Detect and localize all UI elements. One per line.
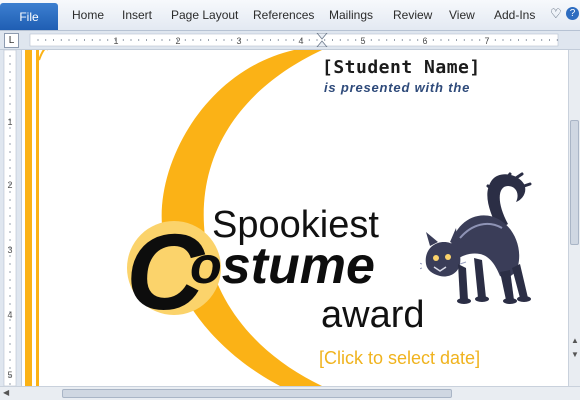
help-icon[interactable]: ? (566, 7, 579, 20)
presented-text: is presented with the (324, 80, 471, 95)
black-cat-icon (420, 172, 532, 304)
award-heading: award (321, 294, 425, 336)
student-name-field[interactable]: [Student Name] (322, 57, 481, 78)
horizontal-scrollbar[interactable]: ◀ (0, 386, 580, 400)
horizontal-ruler[interactable]: 1 2 3 4 5 6 7 (24, 33, 572, 47)
tab-insert[interactable]: Insert (122, 8, 152, 22)
chevron-down-icon[interactable]: ♡ (550, 6, 562, 22)
tab-mailings[interactable]: Mailings (329, 8, 373, 22)
tab-review[interactable]: Review (393, 8, 432, 22)
document-page[interactable]: [Student Name] is presented with the Spo… (22, 50, 568, 386)
tab-view[interactable]: View (449, 8, 475, 22)
ruler-label: 1 (7, 117, 12, 127)
date-picker-field[interactable]: [Click to select date] (319, 348, 480, 369)
scroll-down-arrow-icon[interactable]: ▲ (571, 336, 579, 345)
border-stripe (36, 50, 39, 386)
ruler-label: 6 (422, 36, 427, 46)
ribbon-tab-bar: File Home Insert Page Layout References … (0, 0, 580, 31)
tab-add-ins[interactable]: Add-Ins (494, 8, 535, 22)
ruler-label: 5 (7, 370, 12, 380)
ruler-label: 3 (236, 36, 241, 46)
file-tab[interactable]: File (0, 3, 58, 30)
vertical-scrollbar[interactable]: ▲ ▼ (568, 50, 580, 386)
ruler-label: 1 (113, 36, 118, 46)
ruler-label: 7 (484, 36, 489, 46)
scroll-thumb[interactable] (570, 120, 579, 245)
tab-references[interactable]: References (253, 8, 314, 22)
ruler-label: 3 (7, 245, 12, 255)
tab-home[interactable]: Home (72, 8, 104, 22)
tab-page-layout[interactable]: Page Layout (171, 8, 238, 22)
ruler-label: 5 (360, 36, 365, 46)
scroll-down-arrow-icon[interactable]: ▼ (571, 350, 579, 359)
ruler-label: 2 (7, 180, 12, 190)
vertical-ruler[interactable]: 1 2 3 4 5 (0, 50, 22, 386)
ruler-label: 4 (7, 310, 12, 320)
ruler-label: 2 (175, 36, 180, 46)
costume-heading: ostume (190, 237, 375, 295)
scroll-thumb[interactable] (62, 389, 452, 398)
scroll-left-arrow-icon[interactable]: ◀ (3, 388, 9, 397)
horizontal-ruler-row: L 1 2 3 4 5 6 7 (0, 31, 580, 50)
tab-selector-button[interactable]: L (4, 33, 19, 48)
ruler-label: 4 (298, 36, 303, 46)
border-stripe (25, 50, 32, 386)
